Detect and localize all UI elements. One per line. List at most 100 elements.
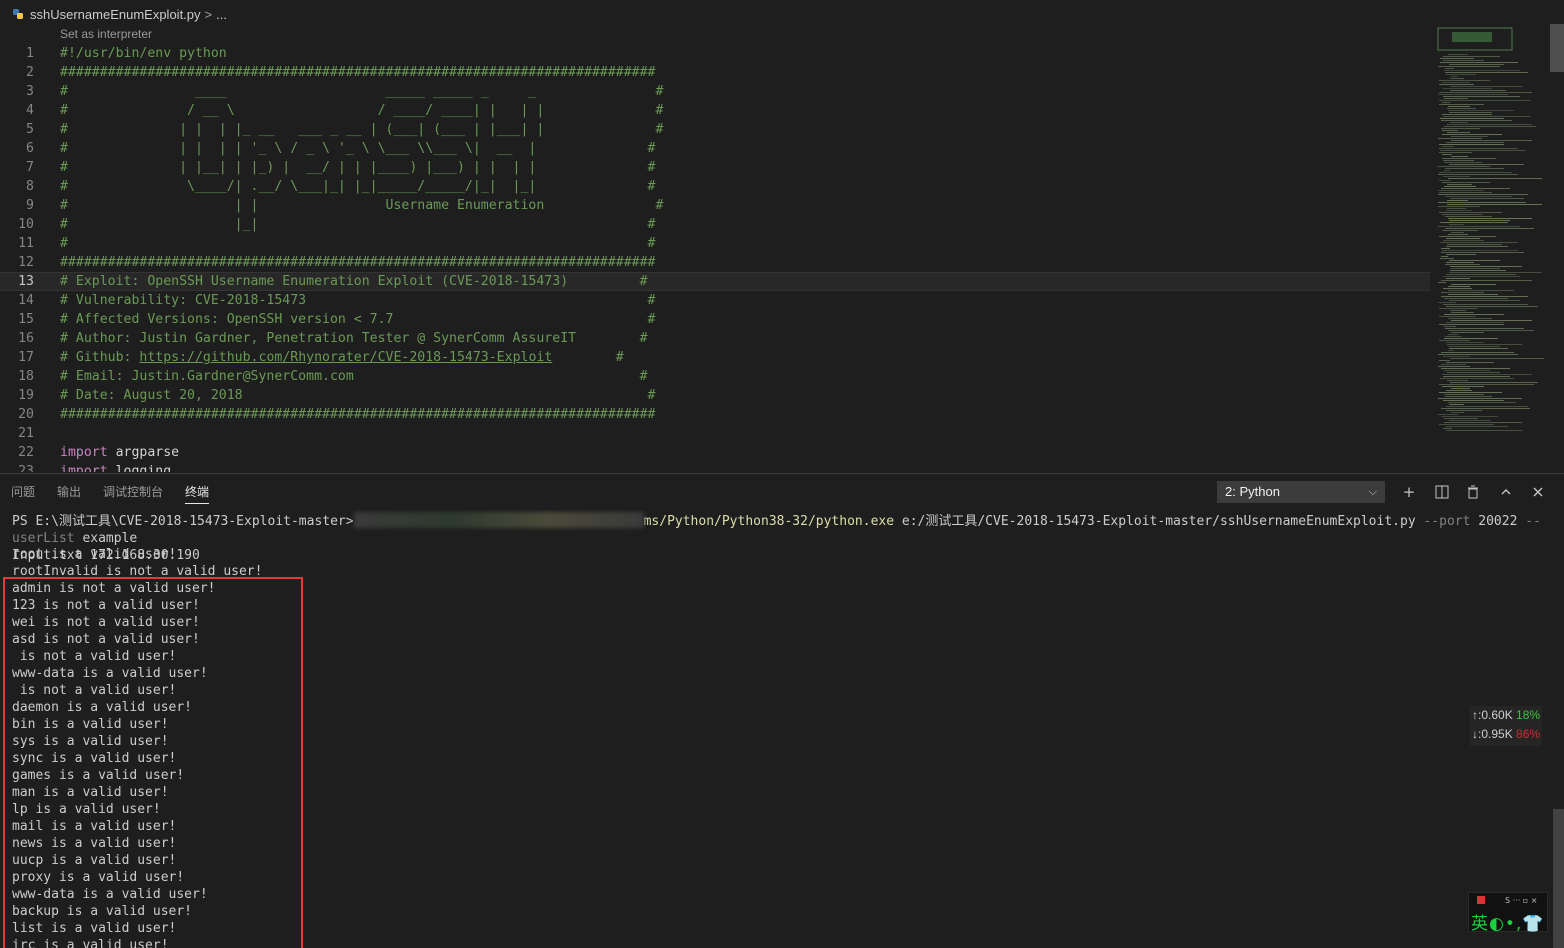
code-line[interactable]: 3 # ____ _____ _____ _ _ # xyxy=(0,82,1430,101)
codelens-set-interpreter[interactable]: Set as interpreter xyxy=(60,27,152,41)
python-exe-path: ms/Python/Python38-32/python.exe xyxy=(643,514,895,529)
network-monitor: ↑:0.60K 18% ↓:0.95K 86% xyxy=(1470,706,1542,746)
code-line[interactable]: 1 #!/usr/bin/env python xyxy=(0,44,1430,63)
line-number: 18 xyxy=(18,369,34,384)
python-file-icon xyxy=(13,9,23,19)
code-text: ########################################… xyxy=(60,407,656,422)
breadcrumb-more[interactable]: ... xyxy=(216,7,227,22)
line-number: 3 xyxy=(26,84,34,99)
code-line[interactable]: 19 # Date: August 20, 2018 # xyxy=(0,386,1430,405)
code-line[interactable]: 20 ######################################… xyxy=(0,405,1430,424)
code-line[interactable]: 17 # Github: https://github.com/Rhynorate… xyxy=(0,348,1430,367)
upload-speed: ↑:0.60K xyxy=(1472,708,1513,722)
line-number: 5 xyxy=(26,122,34,137)
code-text: # | | | |_ __ ___ _ __ | (___| (___ | |_… xyxy=(60,122,664,137)
github-link[interactable]: https://github.com/Rhynorater/CVE-2018-1… xyxy=(139,350,552,365)
code-text: import argparse xyxy=(60,443,179,462)
code-line[interactable]: 8 # \____/| .__/ \___|_| |_|_____/_____/|… xyxy=(0,177,1430,196)
code-line[interactable]: 12 ######################################… xyxy=(0,253,1430,272)
code-editor[interactable]: 1 #!/usr/bin/env python 2 #################… xyxy=(0,44,1430,472)
code-line[interactable]: 11 # # xyxy=(0,234,1430,253)
line-number: 10 xyxy=(18,217,34,232)
code-line[interactable]: 16 # Author: Justin Gardner, Penetration … xyxy=(0,329,1430,348)
download-percent: 86% xyxy=(1516,727,1541,741)
line-number: 13 xyxy=(18,274,34,289)
code-text: # Exploit: OpenSSH Username Enumeration … xyxy=(60,274,648,289)
terminal-select[interactable]: 2: Python ⌵ xyxy=(1217,481,1385,503)
tab-output[interactable]: 输出 xyxy=(46,474,92,510)
new-terminal-icon[interactable]: + xyxy=(1399,482,1419,502)
code-text: #!/usr/bin/env python xyxy=(60,46,227,61)
line-number: 6 xyxy=(26,141,34,156)
code-text: # | |__| | |_) | __/ | | |____) |___) | … xyxy=(60,160,656,175)
ime-mode[interactable]: 英 xyxy=(1471,914,1489,934)
code-text: # | | | | '_ \ / _ \ '_ \ \___ \\___ \| … xyxy=(60,141,656,156)
highlight-box xyxy=(3,577,303,948)
chevron-up-icon[interactable] xyxy=(1496,482,1516,502)
code-text: # Email: Justin.Gardner@SynerComm.com # xyxy=(60,369,648,384)
port-value: 20022 xyxy=(1478,514,1518,529)
line-number: 21 xyxy=(18,426,34,441)
code-line[interactable]: 6 # | | | | '_ \ / _ \ '_ \ \___ \\___ \|… xyxy=(0,139,1430,158)
upload-percent: 18% xyxy=(1516,708,1541,722)
code-line[interactable]: 22 import argparse xyxy=(0,443,1430,462)
code-line[interactable]: 18 # Email: Justin.Gardner@SynerComm.com … xyxy=(0,367,1430,386)
module-name: argparse xyxy=(107,445,180,460)
code-line[interactable]: 21 xyxy=(0,424,1430,443)
line-number: 1 xyxy=(26,46,34,61)
code-line[interactable]: 7 # | |__| | |_) | __/ | | |____) |___) |… xyxy=(0,158,1430,177)
code-text: # Author: Justin Gardner, Penetration Te… xyxy=(60,331,648,346)
terminal-scrollbar[interactable] xyxy=(1553,809,1564,948)
line-number: 23 xyxy=(18,464,34,472)
ime-extra-icons: ◐•,👕 xyxy=(1489,914,1545,934)
module-name: logging xyxy=(107,464,172,472)
code-text: # / __ \ / ____/ ____| | | | # xyxy=(60,103,664,118)
code-line[interactable]: 2 #######################################… xyxy=(0,63,1430,82)
code-text: # \____/| .__/ \___|_| |_|_____/_____/|_… xyxy=(60,179,656,194)
line-number: 22 xyxy=(18,445,34,460)
ime-toolbar-controls[interactable]: S ··· ▫ × xyxy=(1505,896,1537,905)
code-line[interactable]: 23 import logging xyxy=(0,462,1430,472)
code-line[interactable]: 13 # Exploit: OpenSSH Username Enumeratio… xyxy=(0,272,1430,291)
line-number: 20 xyxy=(18,407,34,422)
userlist-value: example xyxy=(82,531,138,546)
editor-scrollbar[interactable] xyxy=(1550,24,1564,72)
code-line[interactable]: 5 # | | | |_ __ ___ _ __ | (___| (___ | |… xyxy=(0,120,1430,139)
code-line[interactable]: 4 # / __ \ / ____/ ____| | | | # xyxy=(0,101,1430,120)
line-number: 16 xyxy=(18,331,34,346)
script-path: e:/测试工具/CVE-2018-15473-Exploit-master/ss… xyxy=(894,514,1416,529)
line-number: 17 xyxy=(18,350,34,365)
code-text: # Vulnerability: CVE-2018-15473 # xyxy=(60,293,656,308)
minimap[interactable] xyxy=(1432,24,1550,436)
terminal-output-line: root is a valid user! xyxy=(12,547,177,562)
flag-port: --port xyxy=(1423,514,1471,529)
line-number: 12 xyxy=(18,255,34,270)
comment-text: # Github: xyxy=(60,350,140,365)
terminal[interactable]: PS E:\测试工具\CVE-2018-15473-Exploit-master… xyxy=(0,510,1550,948)
code-line[interactable]: 14 # Vulnerability: CVE-2018-15473 # xyxy=(0,291,1430,310)
line-number: 2 xyxy=(26,65,34,80)
trash-icon[interactable] xyxy=(1463,482,1483,502)
close-icon[interactable] xyxy=(1528,482,1548,502)
code-line[interactable]: 9 # | | Username Enumeration # xyxy=(0,196,1430,215)
redacted-region xyxy=(353,512,644,528)
keyword: import xyxy=(60,445,108,460)
code-text: # Affected Versions: OpenSSH version < 7… xyxy=(60,312,656,327)
code-text: # ____ _____ _____ _ _ # xyxy=(60,84,664,99)
tab-terminal[interactable]: 终端 xyxy=(174,474,220,510)
split-terminal-icon[interactable] xyxy=(1432,482,1452,502)
code-line[interactable]: 15 # Affected Versions: OpenSSH version <… xyxy=(0,310,1430,329)
panel-tabs: 问题 输出 调试控制台 终端 xyxy=(0,474,220,510)
code-text: # Date: August 20, 2018 # xyxy=(60,388,656,403)
breadcrumb-file[interactable]: sshUsernameEnumExploit.py xyxy=(30,7,201,22)
tab-problems[interactable]: 问题 xyxy=(0,474,46,510)
bottom-panel: 问题 输出 调试控制台 终端 2: Python ⌵ + PS E:\测试工具\… xyxy=(0,473,1564,948)
code-text: # |_| # xyxy=(60,217,656,232)
breadcrumb: sshUsernameEnumExploit.py > ... xyxy=(0,0,1430,28)
code-text: # Github: https://github.com/Rhynorater/… xyxy=(60,348,624,367)
code-text: ########################################… xyxy=(60,255,656,270)
tab-debug-console[interactable]: 调试控制台 xyxy=(92,474,174,510)
code-line[interactable]: 10 # |_| # xyxy=(0,215,1430,234)
line-number: 7 xyxy=(26,160,34,175)
ime-toolbar[interactable]: S ··· ▫ × 英◐•,👕 xyxy=(1468,892,1548,934)
